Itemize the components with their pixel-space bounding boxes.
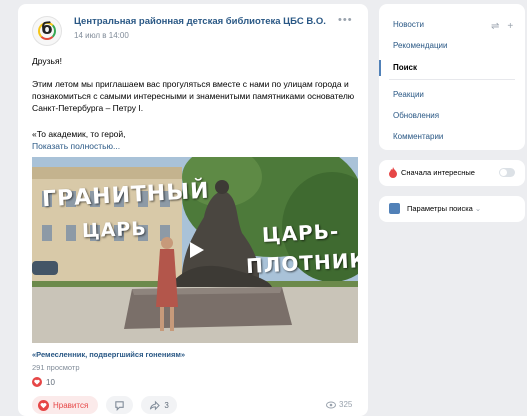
menu-tools: ⇌ + [491, 21, 513, 32]
chevron-down-icon: ⌄ [474, 204, 482, 213]
video-player[interactable]: ГРАНИТНЫЙ ЦАРЬ ЦАРЬ- ПЛОТНИК [32, 157, 358, 343]
reactions-count: 10 [46, 377, 55, 387]
video-title-line-2: ЦАРЬ [81, 217, 148, 243]
menu-item-comments[interactable]: Комментарии [393, 132, 443, 141]
like-label: Нравится [53, 400, 89, 410]
filter-settings-icon[interactable]: ⇌ [491, 21, 499, 32]
sliders-icon [389, 203, 400, 214]
post-views: 325 [326, 400, 352, 409]
like-button[interactable]: Нравится [32, 396, 99, 414]
post-actions: Нравится 3 [32, 396, 177, 414]
post-views-count: 325 [339, 400, 353, 409]
share-count: 3 [164, 400, 169, 410]
news-menu: Новости ⇌ + Рекомендации Поиск Реакции О… [379, 4, 525, 150]
share-icon [150, 400, 161, 410]
interesting-first-toggle[interactable] [499, 168, 515, 177]
search-params-label: Параметры поиска ⌄ [407, 204, 481, 213]
menu-item-reactions[interactable]: Реакции [393, 90, 424, 99]
play-icon[interactable] [182, 237, 208, 263]
heart-reaction-icon [32, 377, 42, 387]
video-caption[interactable]: «Ремесленник, подвергшийся гонениям» [32, 350, 185, 359]
post-date[interactable]: 14 июл в 14:00 [74, 31, 129, 40]
menu-item-news[interactable]: Новости [393, 20, 424, 29]
show-more-link[interactable]: Показать полностью... [32, 141, 120, 151]
interesting-first-filter[interactable]: Сначала интересные [379, 160, 525, 186]
heart-icon [38, 399, 49, 411]
filter-label: Сначала интересные [401, 168, 475, 177]
active-indicator [379, 60, 381, 76]
add-icon[interactable]: + [507, 21, 513, 32]
more-options-icon[interactable]: ••• [338, 14, 353, 26]
community-avatar[interactable]: б [32, 16, 62, 46]
comment-icon [115, 400, 125, 411]
comment-button[interactable] [106, 396, 134, 414]
page: б Центральная районная детская библиотек… [0, 0, 527, 416]
search-params-button[interactable]: Параметры поиска ⌄ [379, 196, 525, 222]
menu-item-search[interactable]: Поиск [393, 63, 417, 72]
video-title-line-3: ЦАРЬ- [261, 218, 340, 248]
eye-icon [326, 401, 336, 408]
post-greeting: Друзья! [32, 56, 62, 66]
menu-item-recommendations[interactable]: Рекомендации [393, 41, 447, 50]
post-text: Этим летом мы приглашаем вас прогуляться… [32, 79, 355, 113]
menu-divider [389, 79, 515, 80]
post-author[interactable]: Центральная районная детская библиотека … [74, 16, 326, 27]
reactions-summary[interactable]: 10 [32, 377, 55, 387]
search-params-text: Параметры поиска [407, 204, 473, 213]
share-button[interactable]: 3 [141, 396, 177, 414]
video-views: 291 просмотр [32, 363, 80, 372]
flame-icon [389, 167, 397, 178]
post-quote: «То академик, то герой, [32, 129, 126, 139]
avatar-glyph: б [41, 19, 53, 38]
post-card: б Центральная районная детская библиотек… [18, 4, 368, 416]
menu-item-updates[interactable]: Обновления [393, 111, 439, 120]
